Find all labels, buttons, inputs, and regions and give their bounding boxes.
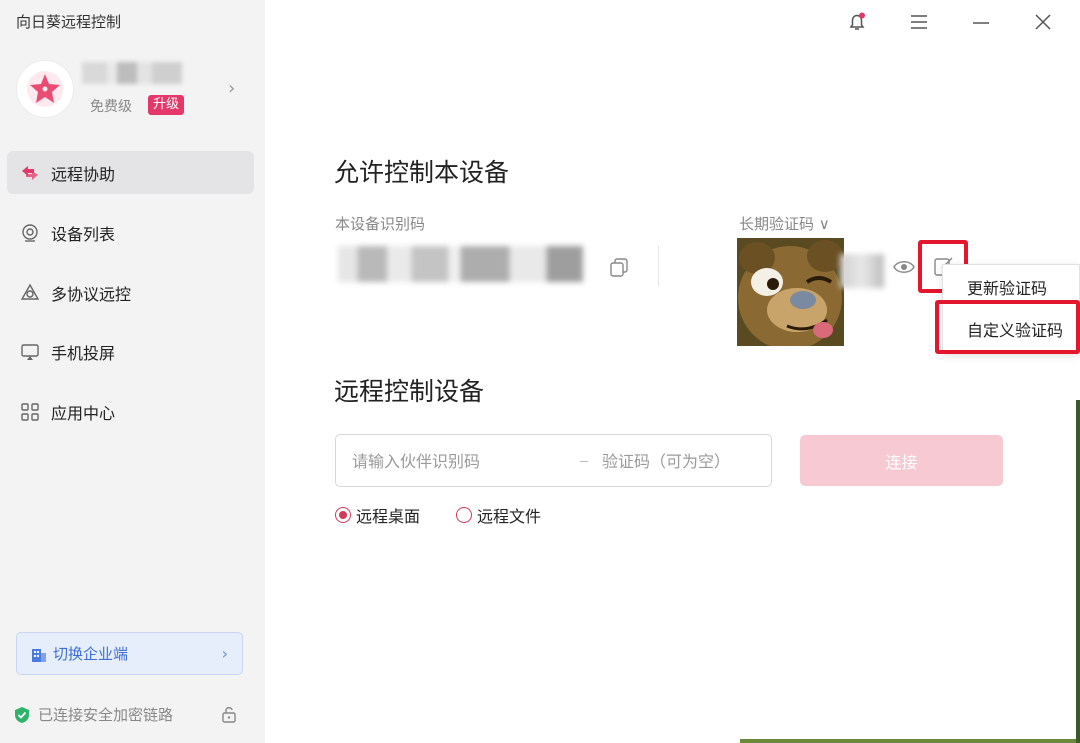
radio-checked-icon [335,507,351,523]
sidebar-item-multi-protocol[interactable]: 多协议远控 [7,271,254,314]
app-title: 向日葵远程控制 [16,13,122,31]
screen-cast-icon [19,341,41,363]
partner-id-input[interactable] [352,449,567,473]
notification-bell-icon[interactable] [845,10,869,34]
eye-icon[interactable] [892,256,916,282]
sidebar-item-app-center[interactable]: 应用中心 [7,390,254,433]
switch-enterprise-label: 切换企业端 [53,645,129,663]
device-id-value-blurred [338,246,583,282]
custom-code-highlight-box [935,300,1080,354]
device-list-icon [19,222,41,244]
sidebar: 向日葵远程控制 免费级 升级 › 远程协助 设备列表 多协议远控 手机投屏 应用… [0,0,265,743]
avatar[interactable] [16,60,74,118]
remote-assist-icon [19,162,41,184]
chevron-right-icon[interactable]: › [228,78,235,99]
username-blurred [82,62,182,84]
partner-input-box [335,434,772,487]
radio-label: 远程桌面 [356,507,421,526]
sidebar-item-label: 设备列表 [51,224,116,244]
radio-unchecked-icon [456,507,472,523]
chevron-right-icon: › [221,644,228,663]
password-type-dropdown[interactable]: 长期验证码 ∨ [739,213,830,234]
sidebar-item-label: 远程协助 [51,164,116,184]
sidebar-item-label: 多协议远控 [51,284,132,304]
allow-control-title: 允许控制本设备 [334,158,510,187]
app-center-icon [19,401,41,423]
menu-icon[interactable] [907,10,931,34]
minimize-icon[interactable] [969,10,993,34]
secure-status-text: 已连接安全加密链路 [38,706,174,724]
background-window-edge [1076,400,1080,743]
switch-enterprise-button[interactable]: 切换企业端 › [16,632,243,675]
shield-check-icon [14,706,30,724]
secure-status: 已连接安全加密链路 [14,704,173,725]
menu-item-refresh-code[interactable]: 更新验证码 [967,275,1047,299]
multi-protocol-icon [19,282,41,304]
password-value-blurred [840,254,884,288]
remote-control-title: 远程控制设备 [334,377,485,406]
input-separator [580,461,588,462]
radio-remote-file[interactable]: 远程文件 [456,503,541,527]
sidebar-item-remote-assist[interactable]: 远程协助 [7,151,254,194]
account-tier: 免费级 [90,99,132,115]
building-icon [31,645,47,663]
sidebar-item-label: 应用中心 [51,403,116,423]
radio-remote-desktop[interactable]: 远程桌面 [335,503,420,527]
sidebar-item-screen-cast[interactable]: 手机投屏 [7,330,254,373]
sidebar-item-label: 手机投屏 [51,343,116,363]
device-id-label: 本设备识别码 [335,215,426,233]
verification-code-input[interactable] [602,449,762,473]
copy-icon[interactable] [608,256,630,282]
close-icon[interactable] [1031,10,1055,34]
radio-label: 远程文件 [477,507,542,526]
divider [658,246,659,286]
background-window-edge [740,739,1076,743]
lock-icon[interactable] [220,705,238,727]
sidebar-item-device-list[interactable]: 设备列表 [7,211,254,254]
star-avatar-icon [27,71,63,107]
bear-sticker-image [737,238,844,346]
connect-button[interactable]: 连接 [800,435,1003,486]
upgrade-badge[interactable]: 升级 [148,95,185,115]
